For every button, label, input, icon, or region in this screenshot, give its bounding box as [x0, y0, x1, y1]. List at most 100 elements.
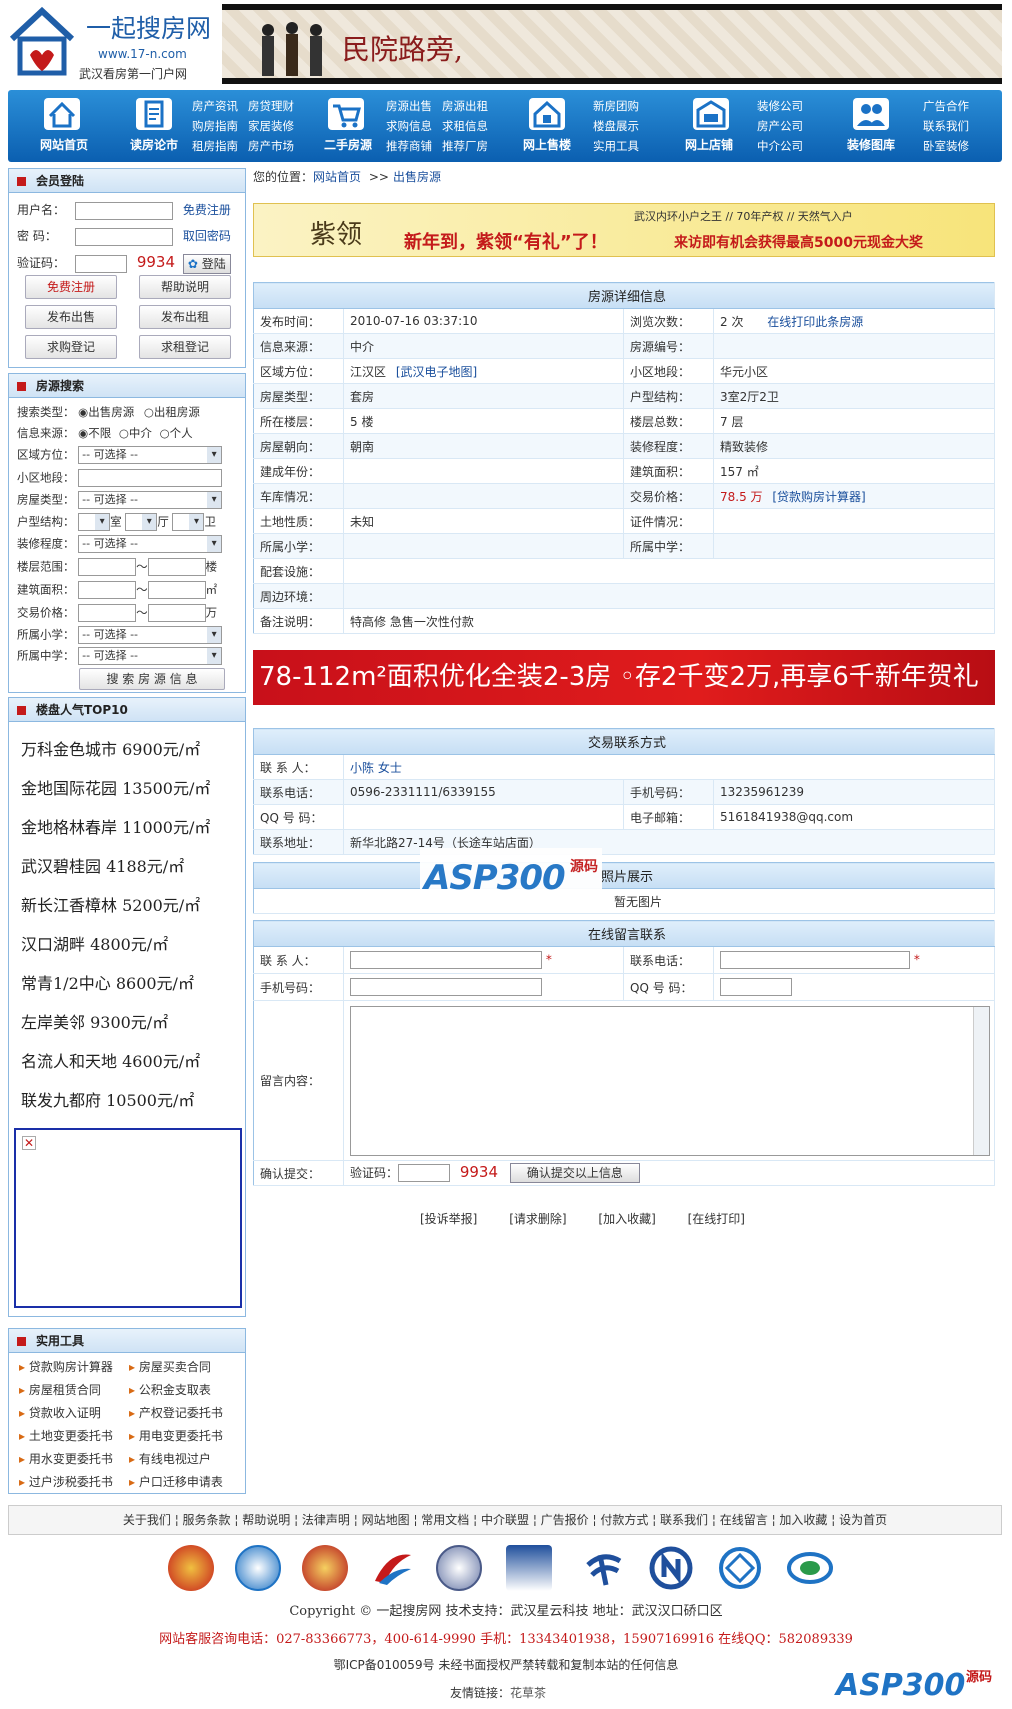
footer-link[interactable]: 在线留言	[720, 1513, 768, 1527]
msg-content-textarea[interactable]	[350, 1005, 990, 1156]
footer-link[interactable]: 常用文档	[421, 1513, 469, 1527]
footer-link[interactable]: 付款方式	[600, 1513, 648, 1527]
nav-link[interactable]: 装修公司	[757, 96, 803, 116]
footer-link[interactable]: 服务条款	[183, 1513, 231, 1527]
site-logo[interactable]: 一起搜房网 www.17-n.com 武汉看房第一门户网	[8, 5, 218, 81]
price-min-input[interactable]	[78, 604, 137, 622]
baths-select[interactable]	[172, 513, 205, 531]
delete-request-link[interactable]: [请求删除]	[509, 1212, 566, 1226]
nav-shop[interactable]: 网上店铺 装修公司 房产公司 中介公司	[673, 90, 823, 162]
footer-link[interactable]: 联系我们	[660, 1513, 708, 1527]
tool-link[interactable]: ▸ 过户涉税委托书	[19, 1471, 129, 1494]
report-link[interactable]: [投诉举报]	[420, 1212, 477, 1226]
floor-max-input[interactable]	[147, 558, 206, 576]
decor-select[interactable]: -- 可选择 --	[78, 535, 223, 553]
breadcrumb-current[interactable]: 出售房源	[393, 170, 441, 184]
nav-link[interactable]: 家居装修	[248, 116, 294, 136]
nav-link[interactable]: 房源出售	[386, 96, 432, 116]
top-banner-ad[interactable]: 民院路旁,	[222, 4, 1002, 84]
primary-school-select[interactable]: -- 可选择 --	[78, 626, 223, 644]
radio-sale[interactable]: ◉出售房源	[78, 405, 134, 419]
footer-link[interactable]: 中介联盟	[481, 1513, 529, 1527]
shield-badge-icon[interactable]	[436, 1545, 482, 1591]
nav-link[interactable]: 联系我们	[923, 116, 969, 136]
footer-link[interactable]: 法律声明	[302, 1513, 350, 1527]
nav-link[interactable]: 求购信息	[386, 116, 432, 136]
nav-home[interactable]: 网站首页	[30, 90, 110, 162]
print-listing-link[interactable]: 在线打印此条房源	[767, 315, 863, 329]
price-max-input[interactable]	[147, 604, 206, 622]
password-input[interactable]	[75, 227, 173, 246]
footer-link[interactable]: 广告报价	[541, 1513, 589, 1527]
radio-personal[interactable]: ○个人	[160, 426, 193, 440]
top10-item[interactable]: 左岸美邻 9300元/㎡	[9, 1003, 245, 1042]
top10-item[interactable]: 武汉碧桂园 4188元/㎡	[9, 847, 245, 886]
map-link[interactable]: [武汉电子地图]	[396, 365, 477, 379]
top10-item[interactable]: 汉口湖畔 4800元/㎡	[9, 925, 245, 964]
nav-link[interactable]: 房产公司	[757, 116, 803, 136]
nav-link[interactable]: 房贷理财	[248, 96, 294, 116]
nav-link[interactable]: 租房指南	[192, 136, 238, 156]
loan-calculator-link[interactable]: [贷款购房计算器]	[772, 490, 865, 504]
nav-link[interactable]: 广告合作	[923, 96, 969, 116]
community-input[interactable]	[78, 469, 223, 487]
police-car-icon[interactable]	[506, 1545, 552, 1591]
breadcrumb-home[interactable]: 网站首页	[313, 170, 361, 184]
print-link[interactable]: [在线打印]	[688, 1212, 745, 1226]
nav-sale[interactable]: 网上售楼 新房团购 楼盘展示 实用工具	[513, 90, 663, 162]
swoosh-logo-icon[interactable]	[369, 1545, 415, 1591]
msg-name-input[interactable]	[350, 951, 542, 969]
register-button[interactable]: 免费注册	[25, 275, 117, 299]
china-unicom-icon[interactable]	[787, 1545, 833, 1591]
nav-link[interactable]: 房产市场	[248, 136, 294, 156]
tool-link[interactable]: ▸ 房屋买卖合同	[129, 1356, 239, 1379]
nav-gallery[interactable]: 装修图库 广告合作 联系我们 卧室装修	[833, 90, 998, 162]
nav-news[interactable]: 读房论市 房产资讯 房贷理财 购房指南 家居装修 租房指南 房产市场	[120, 90, 294, 162]
tool-link[interactable]: ▸ 贷款收入证明	[19, 1402, 129, 1425]
radio-agent[interactable]: ○中介	[119, 426, 152, 440]
nav-link[interactable]: 实用工具	[593, 136, 639, 156]
security-badge-icon[interactable]	[235, 1545, 281, 1591]
publish-rent-button[interactable]: 发布出租	[139, 305, 231, 329]
nav-link[interactable]: 求租信息	[442, 116, 488, 136]
middle-school-select[interactable]: -- 可选择 --	[78, 647, 223, 665]
tool-link[interactable]: ▸ 用电变更委托书	[129, 1425, 239, 1448]
tool-link[interactable]: ▸ 土地变更委托书	[19, 1425, 129, 1448]
buy-request-button[interactable]: 求购登记	[25, 335, 117, 359]
top10-item[interactable]: 常青1/2中心 8600元/㎡	[9, 964, 245, 1003]
top10-item[interactable]: 金地国际花园 13500元/㎡	[9, 769, 245, 808]
contact-name[interactable]: 小陈 女士	[350, 761, 402, 775]
nav-link[interactable]: 房源出租	[442, 96, 488, 116]
scrollbar[interactable]	[973, 1006, 989, 1155]
username-input[interactable]	[75, 201, 173, 220]
halls-select[interactable]	[125, 513, 158, 531]
district-select[interactable]: -- 可选择 --	[78, 446, 223, 464]
captcha-input[interactable]	[75, 254, 127, 273]
tool-link[interactable]: ▸ 贷款购房计算器	[19, 1356, 129, 1379]
nav-link[interactable]: 房产资讯	[192, 96, 238, 116]
msg-captcha-input[interactable]	[398, 1164, 451, 1183]
top10-item[interactable]: 联发九都府 10500元/㎡	[9, 1081, 245, 1120]
nav-link[interactable]: 卧室装修	[923, 136, 969, 156]
red-promo-banner[interactable]: 78-112m²面积优化全装2-3房 ◦存2千变2万,再享6千新年贺礼	[253, 650, 995, 705]
housetype-select[interactable]: -- 可选择 --	[78, 491, 223, 509]
nav-link[interactable]: 推荐厂房	[442, 136, 488, 156]
police-badge-icon[interactable]	[168, 1545, 214, 1591]
top10-item[interactable]: 万科金色城市 6900元/㎡	[9, 730, 245, 769]
nav-link[interactable]: 推荐商铺	[386, 136, 432, 156]
footer-link[interactable]: 网站地图	[362, 1513, 410, 1527]
commerce-badge-icon[interactable]	[302, 1545, 348, 1591]
forgot-password-link[interactable]: 取回密码	[183, 229, 231, 243]
area-min-input[interactable]	[78, 581, 137, 599]
footer-link[interactable]: 帮助说明	[242, 1513, 290, 1527]
nav-secondhand[interactable]: 二手房源 房源出售 房源出租 求购信息 求租信息 推荐商铺 推荐厂房	[308, 90, 488, 162]
footer-link[interactable]: 设为首页	[839, 1513, 887, 1527]
favorite-link[interactable]: [加入收藏]	[598, 1212, 655, 1226]
nav-link[interactable]: 新房团购	[593, 96, 639, 116]
floor-min-input[interactable]	[78, 558, 137, 576]
help-button[interactable]: 帮助说明	[139, 275, 231, 299]
top10-item[interactable]: 名流人和天地 4600元/㎡	[9, 1042, 245, 1081]
msg-qq-input[interactable]	[720, 978, 792, 996]
tool-link[interactable]: ▸ 产权登记委托书	[129, 1402, 239, 1425]
rooms-select[interactable]	[78, 513, 111, 531]
